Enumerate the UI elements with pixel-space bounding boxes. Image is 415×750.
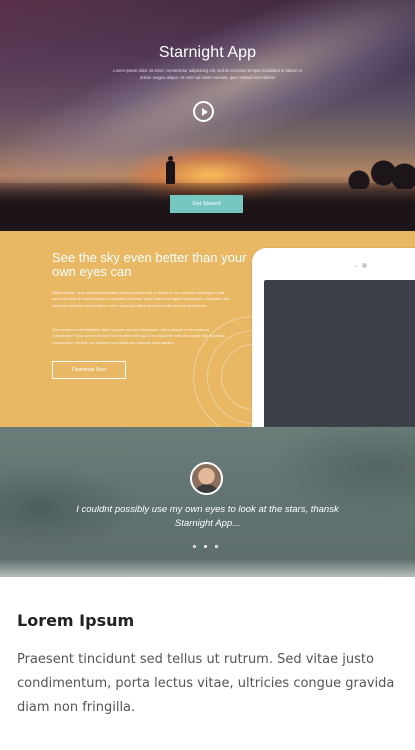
carousel-dot-3[interactable] <box>215 545 218 548</box>
feature-paragraph-1: Minim veniam, quis nostrud exercitation … <box>52 291 230 308</box>
tablet-camera <box>362 263 367 268</box>
tree-silhouettes <box>345 149 415 189</box>
testimonial-quote: I couldnt possibly use my own eyes to lo… <box>76 504 339 529</box>
feature-section: See the sky even better than your own ey… <box>0 231 415 427</box>
feature-paragraph-2: Quis nostrum exercitationem ullam corpor… <box>52 328 226 345</box>
tablet-sensor <box>355 265 357 267</box>
get-started-button[interactable]: Get Started <box>170 195 243 213</box>
testimonial-avatar <box>190 462 223 495</box>
feature-heading: See the sky even better than your own ey… <box>52 250 247 279</box>
hero-section: Starnight App Lorem ipsum dolor sit amet… <box>0 0 415 231</box>
section-heading: Lorem Ipsum <box>17 611 135 630</box>
play-video-button[interactable] <box>193 101 214 122</box>
play-icon <box>202 107 208 116</box>
tablet-device-image <box>252 248 415 427</box>
carousel-dot-2-active[interactable] <box>204 545 207 548</box>
person-body <box>166 161 175 184</box>
section-fade <box>0 559 415 577</box>
testimonial-section: I couldnt possibly use my own eyes to lo… <box>0 427 415 577</box>
download-now-button[interactable]: Download Now <box>52 361 126 379</box>
landing-page: Starnight App Lorem ipsum dolor sit amet… <box>0 0 415 750</box>
text-section: Lorem Ipsum Praesent tincidunt sed tellu… <box>0 577 415 750</box>
hero-subtitle: Lorem ipsum dolor sit amet, consectetur … <box>113 68 302 80</box>
tablet-screen <box>264 280 415 427</box>
carousel-dot-1[interactable] <box>193 545 196 548</box>
carousel-dots <box>193 545 223 551</box>
section-body: Praesent tincidunt sed tellus ut rutrum.… <box>17 652 395 715</box>
person-silhouette <box>166 156 175 184</box>
hero-title: Starnight App <box>158 44 257 61</box>
